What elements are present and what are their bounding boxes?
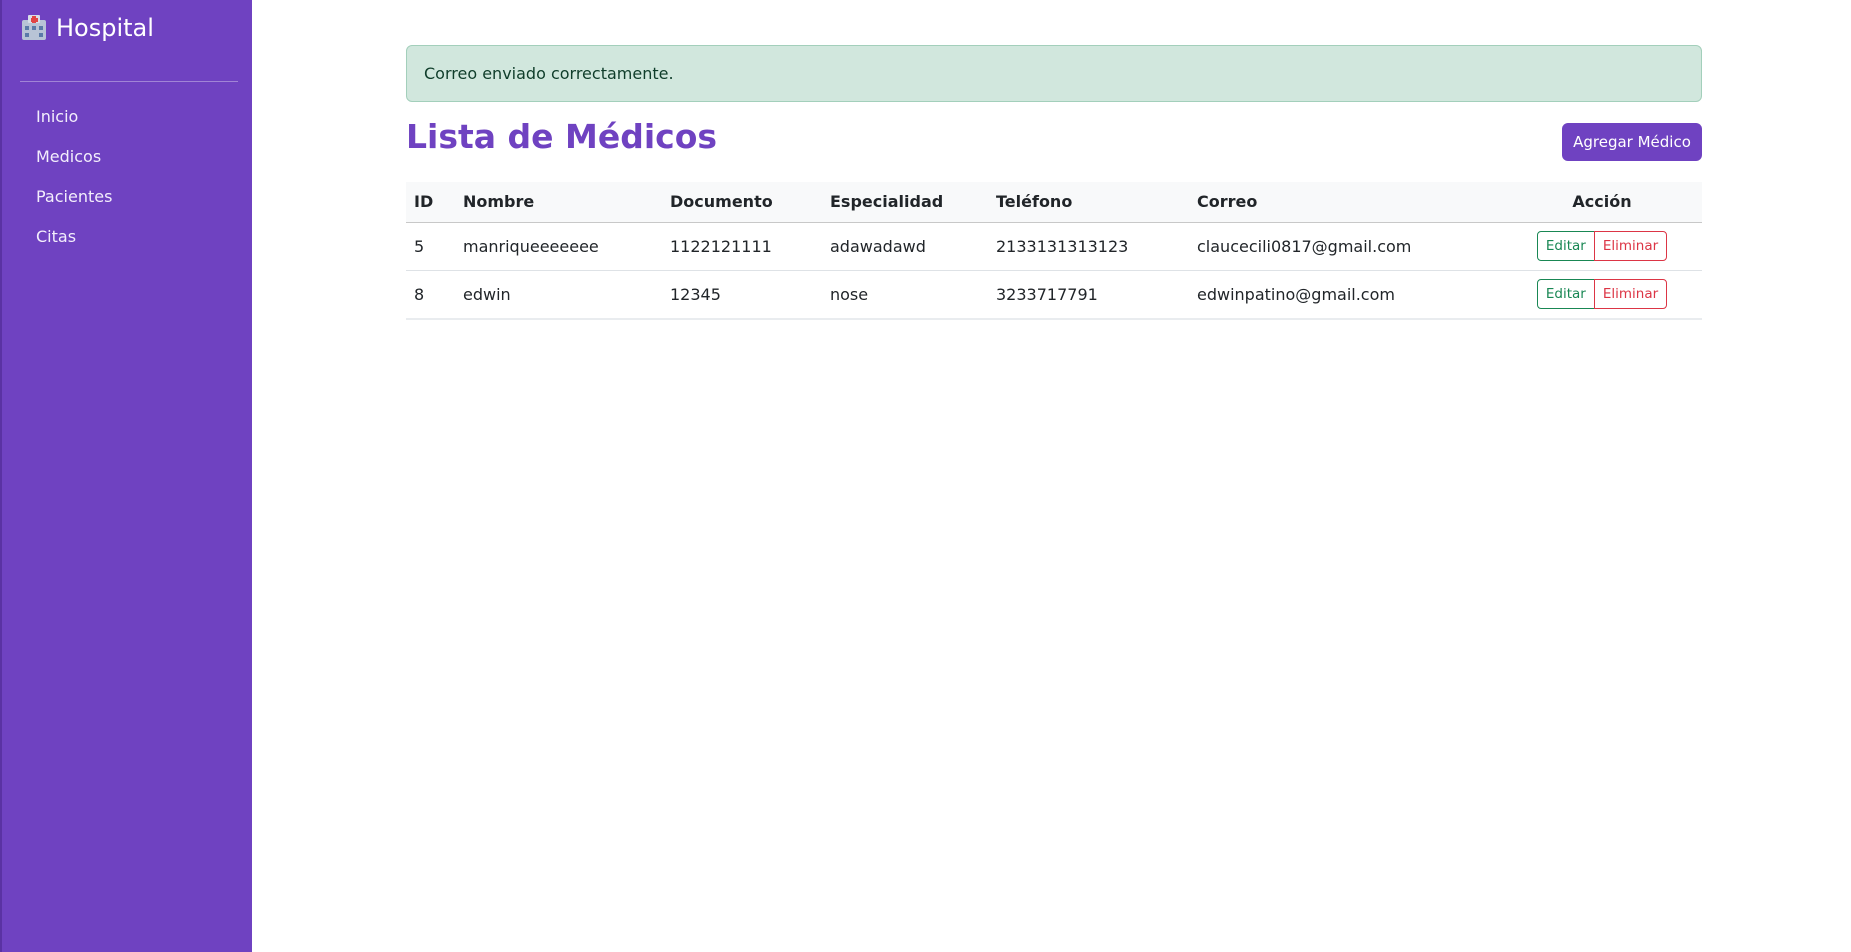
cell-specialty: adawadawd (822, 222, 988, 271)
sidebar-item-citas[interactable]: Citas (36, 224, 112, 264)
sidebar-divider (20, 81, 238, 82)
table-row: 5 manriqueeeeeee 1122121111 adawadawd 21… (406, 222, 1702, 271)
cell-email: edwinpatino@gmail.com (1189, 270, 1502, 320)
page-title: Lista de Médicos (406, 117, 718, 156)
table-header-row: ID Nombre Documento Especialidad Teléfon… (406, 182, 1702, 223)
cell-phone: 3233717791 (988, 270, 1189, 320)
success-alert: Correo enviado correctamente. (406, 45, 1702, 102)
action-buttons: Editar Eliminar (1536, 231, 1668, 261)
add-doctor-button[interactable]: Agregar Médico (1562, 123, 1702, 161)
header-action: Acción (1502, 182, 1702, 223)
action-buttons: Editar Eliminar (1536, 279, 1668, 309)
cell-phone: 2133131313123 (988, 222, 1189, 271)
delete-button[interactable]: Eliminar (1593, 279, 1668, 309)
brand[interactable]: Hospital (20, 14, 154, 42)
edit-button[interactable]: Editar (1536, 279, 1595, 309)
sidebar-item-inicio[interactable]: Inicio (36, 104, 112, 144)
header-specialty: Especialidad (822, 182, 988, 223)
sidebar-nav: Inicio Medicos Pacientes Citas (36, 104, 112, 264)
hospital-icon (20, 14, 48, 42)
header-phone: Teléfono (988, 182, 1189, 223)
cell-name: edwin (455, 270, 662, 320)
table-row: 8 edwin 12345 nose 3233717791 edwinpatin… (406, 270, 1702, 320)
delete-button[interactable]: Eliminar (1593, 231, 1668, 261)
sidebar-item-medicos[interactable]: Medicos (36, 144, 112, 184)
cell-name: manriqueeeeeee (455, 222, 662, 271)
doctors-table: ID Nombre Documento Especialidad Teléfon… (406, 182, 1702, 320)
cell-actions: Editar Eliminar (1502, 222, 1702, 271)
cell-id: 5 (406, 222, 455, 271)
edit-button[interactable]: Editar (1536, 231, 1595, 261)
header-id: ID (406, 182, 455, 223)
header-document: Documento (662, 182, 822, 223)
sidebar-item-pacientes[interactable]: Pacientes (36, 184, 112, 224)
header-email: Correo (1189, 182, 1502, 223)
cell-document: 12345 (662, 270, 822, 320)
sidebar: Hospital Inicio Medicos Pacientes Citas (0, 0, 252, 952)
cell-id: 8 (406, 270, 455, 320)
cell-document: 1122121111 (662, 222, 822, 271)
brand-title: Hospital (56, 14, 154, 42)
cell-email: claucecili0817@gmail.com (1189, 222, 1502, 271)
cell-specialty: nose (822, 270, 988, 320)
cell-actions: Editar Eliminar (1502, 270, 1702, 320)
header-name: Nombre (455, 182, 662, 223)
